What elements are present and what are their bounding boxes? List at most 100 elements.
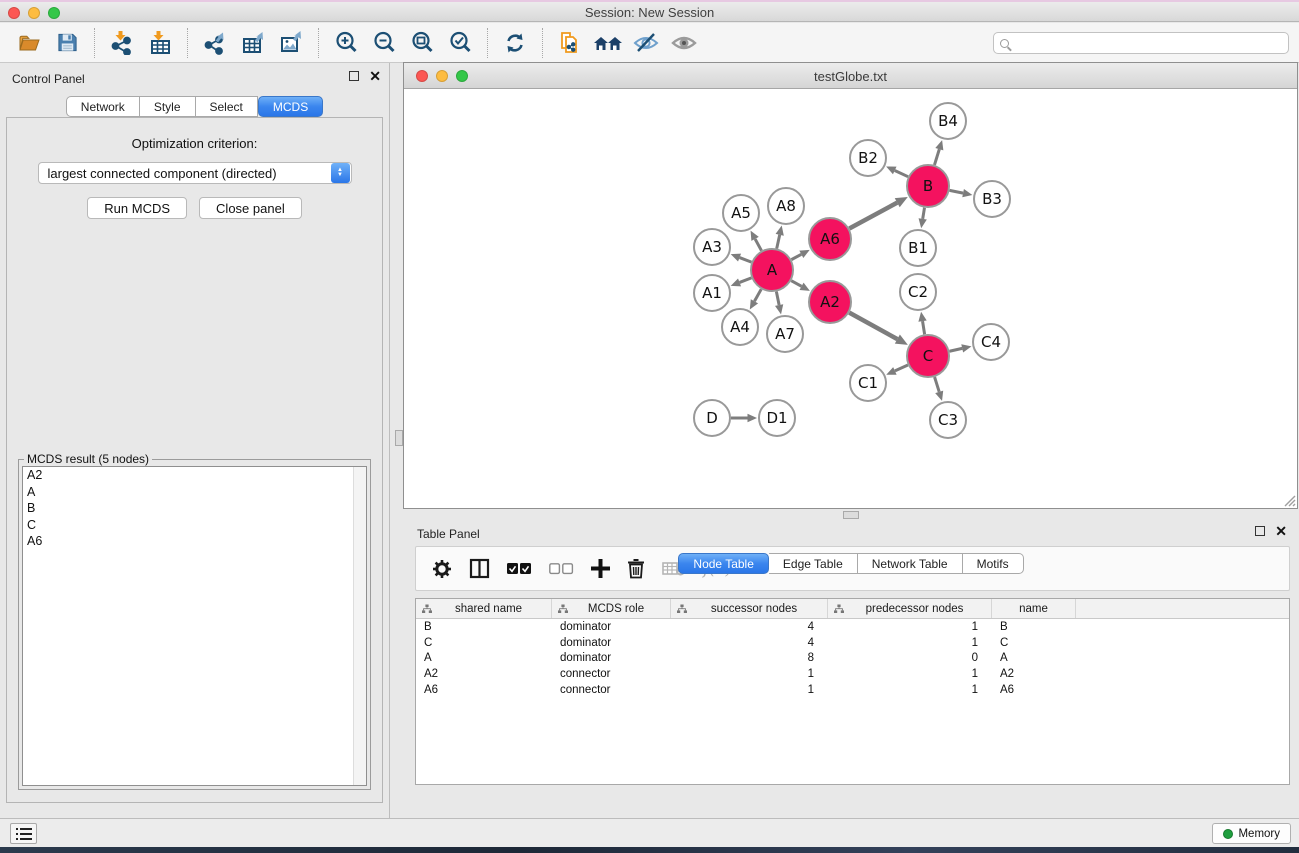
mcds-result-item[interactable]: B bbox=[23, 500, 366, 517]
edge-A-A5[interactable] bbox=[755, 239, 761, 251]
edge-C-C1[interactable] bbox=[895, 365, 908, 371]
search-icon bbox=[1000, 39, 1009, 48]
graph-node-B1[interactable]: B1 bbox=[900, 230, 936, 266]
show-all-icon[interactable] bbox=[592, 27, 624, 59]
graph-node-B2[interactable]: B2 bbox=[850, 140, 886, 176]
graph-node-D[interactable]: D bbox=[694, 400, 730, 436]
graph-node-A3[interactable]: A3 bbox=[694, 229, 730, 265]
edge-B-B4[interactable] bbox=[934, 149, 939, 165]
result-list-scrollbar[interactable] bbox=[353, 467, 366, 785]
new-network-from-selection-icon[interactable] bbox=[554, 27, 586, 59]
edge-B-B2[interactable] bbox=[895, 170, 908, 176]
edge-C-C4[interactable] bbox=[949, 348, 962, 351]
close-panel-button[interactable]: Close panel bbox=[199, 197, 302, 219]
arrowhead-icon bbox=[918, 312, 926, 322]
zoom-out-icon[interactable] bbox=[368, 27, 400, 59]
graph-node-B[interactable]: B bbox=[907, 165, 949, 207]
export-table-icon[interactable] bbox=[237, 27, 269, 59]
edge-A-A6[interactable] bbox=[791, 254, 801, 259]
mcds-result-item[interactable]: A6 bbox=[23, 533, 366, 550]
tab-edge-table[interactable]: Edge Table bbox=[769, 553, 858, 574]
edge-A-A2[interactable] bbox=[791, 281, 801, 287]
arrowhead-icon bbox=[731, 254, 741, 262]
mcds-result-item[interactable]: A bbox=[23, 484, 366, 501]
edge-A-A1[interactable] bbox=[740, 278, 752, 283]
panel-divider-handle[interactable] bbox=[843, 511, 859, 519]
search-input[interactable] bbox=[1009, 34, 1288, 52]
svg-text:A2: A2 bbox=[820, 293, 840, 311]
mcds-result-item[interactable]: C bbox=[23, 517, 366, 534]
mcds-tab-content: Optimization criterion: largest connecte… bbox=[6, 117, 383, 803]
float-panel-icon[interactable] bbox=[349, 71, 359, 81]
graph-node-A[interactable]: A bbox=[751, 249, 793, 291]
edge-A2-C[interactable] bbox=[849, 313, 897, 339]
graph-node-A4[interactable]: A4 bbox=[722, 309, 758, 345]
export-network-icon[interactable] bbox=[199, 27, 231, 59]
save-session-icon[interactable] bbox=[51, 27, 83, 59]
edge-A-A4[interactable] bbox=[754, 289, 761, 301]
svg-text:B: B bbox=[923, 177, 933, 195]
control-panel-title: Control Panel bbox=[12, 72, 85, 86]
graph-node-A8[interactable]: A8 bbox=[768, 188, 804, 224]
graph-node-D1[interactable]: D1 bbox=[759, 400, 795, 436]
tab-network[interactable]: Network bbox=[66, 96, 140, 117]
import-network-icon[interactable] bbox=[106, 27, 138, 59]
graph-node-C4[interactable]: C4 bbox=[973, 324, 1009, 360]
control-panel: Control Panel ✕ NetworkStyleSelectMCDS O… bbox=[0, 63, 390, 818]
run-mcds-button[interactable]: Run MCDS bbox=[87, 197, 187, 219]
zoom-in-icon[interactable] bbox=[330, 27, 362, 59]
graph-node-C3[interactable]: C3 bbox=[930, 402, 966, 438]
edge-A-A3[interactable] bbox=[740, 258, 752, 263]
mcds-result-item[interactable]: A2 bbox=[23, 467, 366, 484]
tab-mcds[interactable]: MCDS bbox=[258, 96, 323, 117]
edge-A-A8[interactable] bbox=[777, 235, 780, 249]
graph-node-C2[interactable]: C2 bbox=[900, 274, 936, 310]
edge-A6-B[interactable] bbox=[849, 203, 897, 229]
hide-selected-icon[interactable] bbox=[630, 27, 662, 59]
optimization-criterion-dropdown[interactable]: largest connected component (directed) ▲… bbox=[38, 162, 352, 184]
graph-node-B3[interactable]: B3 bbox=[974, 181, 1010, 217]
network-canvas[interactable]: A A1 A2 A3 A4 A5 A6 A7 A8 B B1 B2 B3 B4 C C1 C2 C3 C4 D D1 bbox=[404, 89, 1297, 508]
graph-node-A7[interactable]: A7 bbox=[767, 316, 803, 352]
search-field[interactable] bbox=[993, 32, 1289, 54]
edge-C-C3[interactable] bbox=[935, 377, 940, 392]
import-table-icon[interactable] bbox=[144, 27, 176, 59]
show-hidden-icon[interactable] bbox=[668, 27, 700, 59]
graph-node-A6[interactable]: A6 bbox=[809, 218, 851, 260]
svg-text:C4: C4 bbox=[981, 333, 1001, 351]
open-session-icon[interactable] bbox=[13, 27, 45, 59]
toolbar-separator bbox=[318, 28, 319, 58]
tab-network-table[interactable]: Network Table bbox=[858, 553, 963, 574]
list-icon bbox=[16, 827, 32, 841]
network-window-titlebar[interactable]: testGlobe.txt bbox=[404, 63, 1297, 89]
float-table-panel-icon[interactable] bbox=[1255, 526, 1265, 536]
memory-button[interactable]: Memory bbox=[1212, 823, 1291, 844]
zoom-fit-icon[interactable] bbox=[406, 27, 438, 59]
edge-B-B3[interactable] bbox=[950, 190, 964, 193]
graph-node-A5[interactable]: A5 bbox=[723, 195, 759, 231]
tab-node-table[interactable]: Node Table bbox=[678, 553, 769, 574]
tab-motifs[interactable]: Motifs bbox=[963, 553, 1024, 574]
graph-node-C[interactable]: C bbox=[907, 335, 949, 377]
edge-C-C2[interactable] bbox=[923, 321, 925, 334]
window-title: Session: New Session bbox=[0, 5, 1299, 20]
edge-A-A7[interactable] bbox=[776, 292, 779, 306]
panel-divider-handle[interactable] bbox=[395, 430, 403, 446]
network-window-title: testGlobe.txt bbox=[404, 69, 1297, 84]
edge-B-B1[interactable] bbox=[923, 208, 925, 219]
task-history-button[interactable] bbox=[10, 823, 37, 844]
close-table-panel-icon[interactable]: ✕ bbox=[1275, 526, 1287, 536]
arrowhead-icon bbox=[961, 344, 971, 352]
graph-node-A1[interactable]: A1 bbox=[694, 275, 730, 311]
refresh-icon[interactable] bbox=[499, 27, 531, 59]
zoom-selected-icon[interactable] bbox=[444, 27, 476, 59]
tab-select[interactable]: Select bbox=[196, 96, 258, 117]
graph-node-B4[interactable]: B4 bbox=[930, 103, 966, 139]
close-panel-icon[interactable]: ✕ bbox=[369, 71, 381, 81]
tab-style[interactable]: Style bbox=[140, 96, 196, 117]
graph-node-C1[interactable]: C1 bbox=[850, 365, 886, 401]
export-image-icon[interactable] bbox=[275, 27, 307, 59]
arrowhead-icon bbox=[919, 218, 927, 228]
graph-node-A2[interactable]: A2 bbox=[809, 281, 851, 323]
resize-grip-icon[interactable] bbox=[1282, 493, 1296, 507]
